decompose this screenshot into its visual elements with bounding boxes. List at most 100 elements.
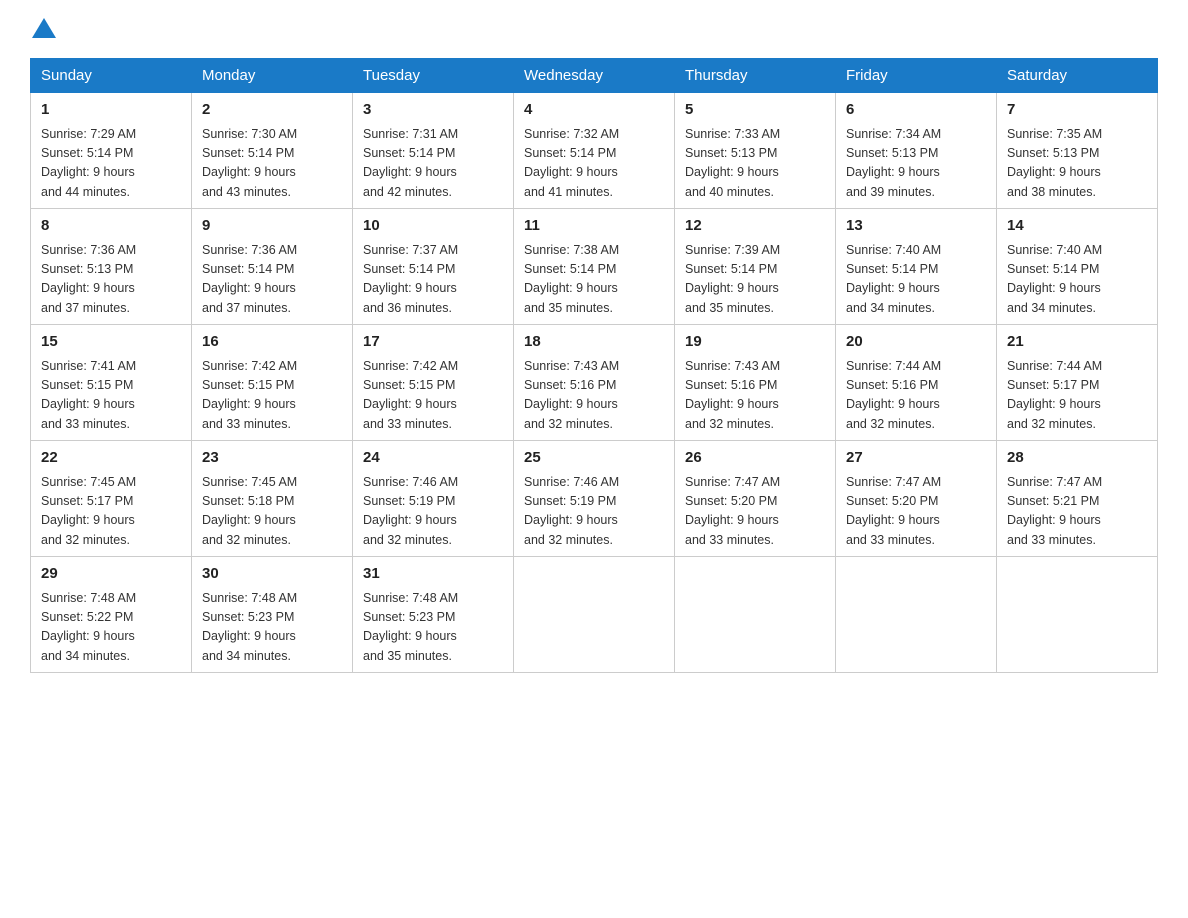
header-cell-thursday: Thursday: [675, 59, 836, 93]
day-info: Sunrise: 7:47 AMSunset: 5:20 PMDaylight:…: [846, 473, 986, 551]
calendar-cell: 20 Sunrise: 7:44 AMSunset: 5:16 PMDaylig…: [836, 325, 997, 441]
header-cell-tuesday: Tuesday: [353, 59, 514, 93]
calendar-cell: 29 Sunrise: 7:48 AMSunset: 5:22 PMDaylig…: [31, 557, 192, 673]
calendar-cell: 13 Sunrise: 7:40 AMSunset: 5:14 PMDaylig…: [836, 209, 997, 325]
day-number: 18: [524, 331, 664, 354]
calendar-cell: 6 Sunrise: 7:34 AMSunset: 5:13 PMDayligh…: [836, 93, 997, 209]
day-info: Sunrise: 7:41 AMSunset: 5:15 PMDaylight:…: [41, 357, 181, 435]
header-cell-saturday: Saturday: [997, 59, 1158, 93]
day-number: 9: [202, 215, 342, 238]
day-number: 30: [202, 563, 342, 586]
day-info: Sunrise: 7:47 AMSunset: 5:21 PMDaylight:…: [1007, 473, 1147, 551]
day-number: 21: [1007, 331, 1147, 354]
calendar-cell: 31 Sunrise: 7:48 AMSunset: 5:23 PMDaylig…: [353, 557, 514, 673]
calendar-cell: 24 Sunrise: 7:46 AMSunset: 5:19 PMDaylig…: [353, 441, 514, 557]
calendar-week-row: 8 Sunrise: 7:36 AMSunset: 5:13 PMDayligh…: [31, 209, 1158, 325]
calendar-cell: 5 Sunrise: 7:33 AMSunset: 5:13 PMDayligh…: [675, 93, 836, 209]
calendar-cell: 7 Sunrise: 7:35 AMSunset: 5:13 PMDayligh…: [997, 93, 1158, 209]
day-number: 28: [1007, 447, 1147, 470]
day-info: Sunrise: 7:31 AMSunset: 5:14 PMDaylight:…: [363, 125, 503, 203]
calendar-cell: 25 Sunrise: 7:46 AMSunset: 5:19 PMDaylig…: [514, 441, 675, 557]
day-info: Sunrise: 7:40 AMSunset: 5:14 PMDaylight:…: [846, 241, 986, 319]
day-number: 17: [363, 331, 503, 354]
day-info: Sunrise: 7:32 AMSunset: 5:14 PMDaylight:…: [524, 125, 664, 203]
day-info: Sunrise: 7:34 AMSunset: 5:13 PMDaylight:…: [846, 125, 986, 203]
day-info: Sunrise: 7:37 AMSunset: 5:14 PMDaylight:…: [363, 241, 503, 319]
day-number: 29: [41, 563, 181, 586]
calendar-cell: 15 Sunrise: 7:41 AMSunset: 5:15 PMDaylig…: [31, 325, 192, 441]
calendar-cell: 2 Sunrise: 7:30 AMSunset: 5:14 PMDayligh…: [192, 93, 353, 209]
day-number: 12: [685, 215, 825, 238]
day-number: 23: [202, 447, 342, 470]
day-info: Sunrise: 7:42 AMSunset: 5:15 PMDaylight:…: [363, 357, 503, 435]
day-info: Sunrise: 7:48 AMSunset: 5:23 PMDaylight:…: [363, 589, 503, 667]
day-info: Sunrise: 7:48 AMSunset: 5:22 PMDaylight:…: [41, 589, 181, 667]
logo-triangle-icon: [32, 18, 56, 38]
day-number: 7: [1007, 99, 1147, 122]
calendar-cell: 16 Sunrise: 7:42 AMSunset: 5:15 PMDaylig…: [192, 325, 353, 441]
calendar-cell: 28 Sunrise: 7:47 AMSunset: 5:21 PMDaylig…: [997, 441, 1158, 557]
logo-blue-part: [30, 20, 58, 40]
day-number: 24: [363, 447, 503, 470]
day-info: Sunrise: 7:30 AMSunset: 5:14 PMDaylight:…: [202, 125, 342, 203]
calendar-week-row: 15 Sunrise: 7:41 AMSunset: 5:15 PMDaylig…: [31, 325, 1158, 441]
logo: [30, 20, 58, 40]
day-number: 26: [685, 447, 825, 470]
day-info: Sunrise: 7:36 AMSunset: 5:13 PMDaylight:…: [41, 241, 181, 319]
day-number: 15: [41, 331, 181, 354]
calendar-cell: 27 Sunrise: 7:47 AMSunset: 5:20 PMDaylig…: [836, 441, 997, 557]
calendar-cell: [997, 557, 1158, 673]
day-number: 22: [41, 447, 181, 470]
header-cell-friday: Friday: [836, 59, 997, 93]
calendar-header: SundayMondayTuesdayWednesdayThursdayFrid…: [31, 59, 1158, 93]
day-number: 20: [846, 331, 986, 354]
calendar-cell: 21 Sunrise: 7:44 AMSunset: 5:17 PMDaylig…: [997, 325, 1158, 441]
calendar-week-row: 29 Sunrise: 7:48 AMSunset: 5:22 PMDaylig…: [31, 557, 1158, 673]
calendar-cell: [836, 557, 997, 673]
calendar-cell: 22 Sunrise: 7:45 AMSunset: 5:17 PMDaylig…: [31, 441, 192, 557]
day-info: Sunrise: 7:45 AMSunset: 5:18 PMDaylight:…: [202, 473, 342, 551]
day-info: Sunrise: 7:48 AMSunset: 5:23 PMDaylight:…: [202, 589, 342, 667]
header-cell-monday: Monday: [192, 59, 353, 93]
calendar-cell: [514, 557, 675, 673]
day-number: 1: [41, 99, 181, 122]
header-row: SundayMondayTuesdayWednesdayThursdayFrid…: [31, 59, 1158, 93]
day-info: Sunrise: 7:36 AMSunset: 5:14 PMDaylight:…: [202, 241, 342, 319]
calendar-cell: 8 Sunrise: 7:36 AMSunset: 5:13 PMDayligh…: [31, 209, 192, 325]
page-header: [30, 20, 1158, 40]
day-number: 25: [524, 447, 664, 470]
day-number: 13: [846, 215, 986, 238]
day-info: Sunrise: 7:47 AMSunset: 5:20 PMDaylight:…: [685, 473, 825, 551]
day-number: 3: [363, 99, 503, 122]
calendar-body: 1 Sunrise: 7:29 AMSunset: 5:14 PMDayligh…: [31, 93, 1158, 673]
day-number: 10: [363, 215, 503, 238]
calendar-cell: 14 Sunrise: 7:40 AMSunset: 5:14 PMDaylig…: [997, 209, 1158, 325]
calendar-cell: [675, 557, 836, 673]
calendar-cell: 10 Sunrise: 7:37 AMSunset: 5:14 PMDaylig…: [353, 209, 514, 325]
day-info: Sunrise: 7:35 AMSunset: 5:13 PMDaylight:…: [1007, 125, 1147, 203]
day-info: Sunrise: 7:46 AMSunset: 5:19 PMDaylight:…: [363, 473, 503, 551]
day-info: Sunrise: 7:43 AMSunset: 5:16 PMDaylight:…: [524, 357, 664, 435]
calendar-cell: 18 Sunrise: 7:43 AMSunset: 5:16 PMDaylig…: [514, 325, 675, 441]
calendar-cell: 4 Sunrise: 7:32 AMSunset: 5:14 PMDayligh…: [514, 93, 675, 209]
day-info: Sunrise: 7:44 AMSunset: 5:17 PMDaylight:…: [1007, 357, 1147, 435]
calendar-cell: 19 Sunrise: 7:43 AMSunset: 5:16 PMDaylig…: [675, 325, 836, 441]
calendar-cell: 17 Sunrise: 7:42 AMSunset: 5:15 PMDaylig…: [353, 325, 514, 441]
header-cell-wednesday: Wednesday: [514, 59, 675, 93]
calendar-week-row: 1 Sunrise: 7:29 AMSunset: 5:14 PMDayligh…: [31, 93, 1158, 209]
logo-text: [30, 20, 58, 40]
day-number: 14: [1007, 215, 1147, 238]
calendar-week-row: 22 Sunrise: 7:45 AMSunset: 5:17 PMDaylig…: [31, 441, 1158, 557]
calendar-cell: 12 Sunrise: 7:39 AMSunset: 5:14 PMDaylig…: [675, 209, 836, 325]
day-number: 31: [363, 563, 503, 586]
day-number: 5: [685, 99, 825, 122]
day-info: Sunrise: 7:44 AMSunset: 5:16 PMDaylight:…: [846, 357, 986, 435]
day-info: Sunrise: 7:40 AMSunset: 5:14 PMDaylight:…: [1007, 241, 1147, 319]
day-number: 4: [524, 99, 664, 122]
day-info: Sunrise: 7:29 AMSunset: 5:14 PMDaylight:…: [41, 125, 181, 203]
day-number: 8: [41, 215, 181, 238]
day-number: 16: [202, 331, 342, 354]
day-info: Sunrise: 7:46 AMSunset: 5:19 PMDaylight:…: [524, 473, 664, 551]
day-info: Sunrise: 7:38 AMSunset: 5:14 PMDaylight:…: [524, 241, 664, 319]
day-info: Sunrise: 7:33 AMSunset: 5:13 PMDaylight:…: [685, 125, 825, 203]
